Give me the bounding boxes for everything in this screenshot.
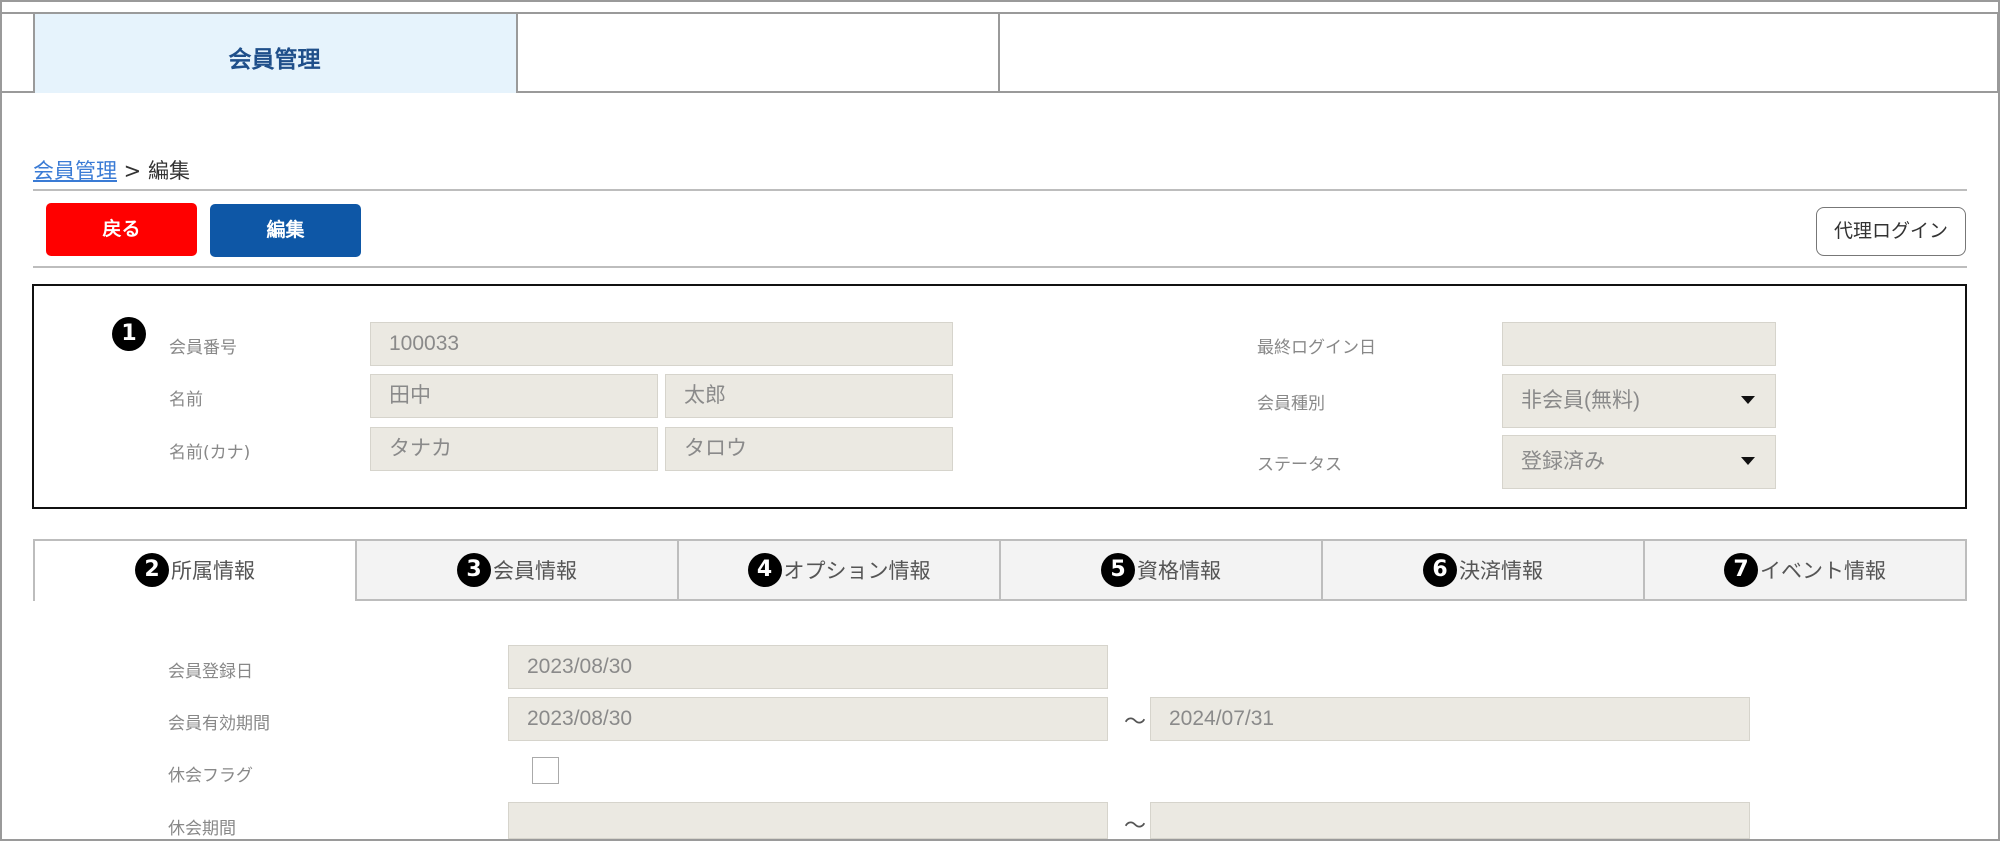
- proxy-login-button[interactable]: 代理ログイン: [1816, 207, 1966, 256]
- member-type-select[interactable]: 非会員(無料): [1502, 374, 1776, 428]
- breadcrumb-link-member-management[interactable]: 会員管理: [33, 159, 117, 183]
- nav-tab-empty-2[interactable]: [518, 14, 1000, 93]
- status-value: 登録済み: [1521, 450, 1605, 473]
- top-nav: 会員管理: [0, 12, 2000, 93]
- tab-label: 資格情報: [1137, 559, 1221, 583]
- back-button[interactable]: 戻る: [46, 203, 197, 256]
- status-select[interactable]: 登録済み: [1502, 435, 1776, 489]
- first-name-field[interactable]: 太郎: [665, 374, 953, 418]
- first-name-kana-field[interactable]: タロウ: [665, 427, 953, 471]
- suspend-period-label: 休会期間: [168, 819, 236, 839]
- suspend-from-field[interactable]: [508, 802, 1108, 839]
- breadcrumb-current: 編集: [147, 159, 190, 183]
- tab-events[interactable]: 7 イベント情報: [1645, 541, 1965, 601]
- valid-to-field[interactable]: 2024/07/31: [1150, 697, 1750, 741]
- nav-tab-label: 会員管理: [228, 47, 321, 73]
- chevron-down-icon: [1741, 457, 1755, 465]
- valid-from-field[interactable]: 2023/08/30: [508, 697, 1108, 741]
- member-summary-panel: 1 会員番号 100033 名前 田中 太郎 名前(カナ) タナカ タロウ 最終…: [32, 284, 1967, 509]
- suspend-to-field[interactable]: [1150, 802, 1750, 839]
- status-label: ステータス: [1257, 455, 1342, 475]
- tab-options[interactable]: 4 オプション情報: [679, 541, 1001, 601]
- tab-label: オプション情報: [783, 559, 931, 583]
- tab-label: 所属情報: [171, 559, 255, 583]
- marker-badge: 7: [1724, 553, 1758, 587]
- breadcrumb-separator: >: [117, 159, 148, 183]
- tab-label: 決済情報: [1459, 559, 1543, 583]
- last-name-kana-field[interactable]: タナカ: [370, 427, 658, 471]
- nav-tab-member-management[interactable]: 会員管理: [33, 14, 518, 93]
- member-no-field[interactable]: 100033: [370, 322, 953, 366]
- tab-payments[interactable]: 6 決済情報: [1323, 541, 1645, 601]
- divider: [33, 189, 1967, 191]
- member-no-label: 会員番号: [169, 338, 237, 358]
- name-kana-label: 名前(カナ): [169, 443, 251, 463]
- divider: [33, 266, 1967, 268]
- marker-badge: 2: [135, 553, 169, 587]
- edit-button[interactable]: 編集: [210, 204, 361, 257]
- tab-member-info[interactable]: 3 会員情報: [357, 541, 679, 601]
- detail-tabs: 2 所属情報 3 会員情報 4 オプション情報 5 資格情報 6 決済情報 7 イベント情報: [33, 539, 1967, 601]
- nav-divider: [33, 14, 35, 93]
- member-type-label: 会員種別: [1257, 394, 1325, 414]
- name-label: 名前: [169, 390, 203, 410]
- range-separator: 〜: [1124, 710, 1147, 735]
- range-separator: 〜: [1124, 814, 1147, 839]
- last-login-label: 最終ログイン日: [1257, 338, 1376, 358]
- tab-affiliation[interactable]: 2 所属情報: [35, 541, 357, 601]
- registration-date-field[interactable]: 2023/08/30: [508, 645, 1108, 689]
- breadcrumb: 会員管理 > 編集: [33, 155, 190, 185]
- member-type-value: 非会員(無料): [1521, 389, 1640, 412]
- chevron-down-icon: [1741, 396, 1755, 404]
- valid-period-label: 会員有効期間: [168, 714, 270, 734]
- marker-badge: 1: [112, 317, 146, 351]
- suspend-flag-label: 休会フラグ: [168, 766, 253, 786]
- nav-tab-empty-3[interactable]: [1000, 14, 1999, 93]
- last-name-field[interactable]: 田中: [370, 374, 658, 418]
- last-login-field[interactable]: [1502, 322, 1776, 366]
- marker-badge: 5: [1101, 553, 1135, 587]
- tab-label: イベント情報: [1760, 559, 1886, 583]
- marker-badge: 3: [457, 553, 491, 587]
- suspend-flag-checkbox[interactable]: [532, 757, 559, 784]
- registration-date-label: 会員登録日: [168, 662, 253, 682]
- marker-badge: 4: [747, 553, 782, 587]
- marker-badge: 6: [1423, 553, 1457, 587]
- tab-label: 会員情報: [493, 559, 577, 583]
- tab-qualifications[interactable]: 5 資格情報: [1001, 541, 1323, 601]
- nav-divider: [1997, 14, 1999, 93]
